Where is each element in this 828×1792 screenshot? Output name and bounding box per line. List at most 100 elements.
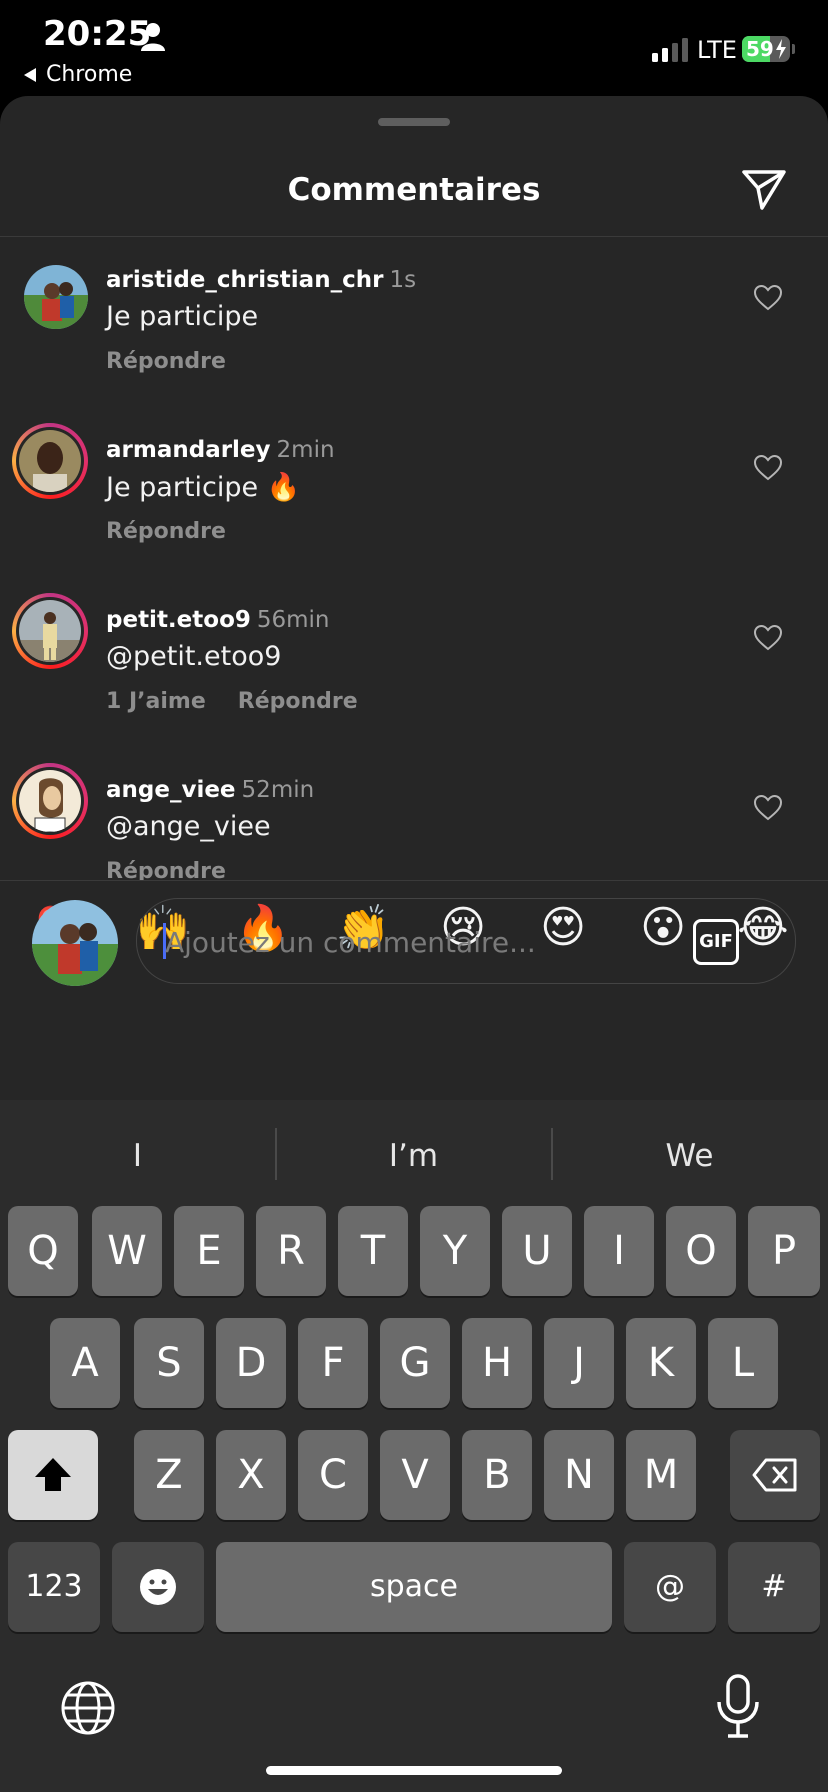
person-icon — [141, 23, 165, 51]
status-bar: 20:25 Chrome LTE 59 — [0, 0, 828, 96]
key-f[interactable]: F — [298, 1318, 368, 1408]
avatar[interactable] — [24, 265, 88, 329]
sheet-title: Commentaires — [287, 172, 541, 208]
comment-actions: Répondre — [106, 519, 258, 544]
avatar — [19, 600, 81, 662]
username-text: aristide_christian_chr — [106, 267, 384, 293]
key-c[interactable]: C — [298, 1430, 368, 1520]
hash-key[interactable]: # — [728, 1542, 820, 1632]
key-x[interactable]: X — [216, 1430, 286, 1520]
battery-cap — [792, 44, 795, 54]
key-z[interactable]: Z — [134, 1430, 204, 1520]
avatar-ring-gap — [16, 597, 84, 665]
key-u[interactable]: U — [502, 1206, 572, 1296]
comment-item: ange_viee 52min @ange_viee Répondre — [0, 747, 828, 880]
likes-count[interactable]: 1 J’aime — [106, 689, 206, 714]
space-key[interactable]: space — [216, 1542, 612, 1632]
comment-actions: Répondre — [106, 859, 258, 880]
avatar-ring-gap — [16, 427, 84, 495]
key-k[interactable]: K — [626, 1318, 696, 1408]
reply-button[interactable]: Répondre — [106, 349, 226, 374]
avatar-with-story-ring[interactable] — [12, 763, 88, 839]
network-type: LTE — [697, 36, 737, 64]
key-a[interactable]: A — [50, 1318, 120, 1408]
heart-icon[interactable] — [754, 625, 782, 651]
send-icon[interactable] — [740, 168, 788, 212]
numbers-key[interactable]: 123 — [8, 1542, 100, 1632]
comment-text: Je participe — [106, 301, 259, 332]
comment-actions: 1 J’aime Répondre — [106, 689, 390, 714]
comment-username[interactable]: petit.etoo9 56min — [106, 607, 330, 633]
key-i[interactable]: I — [584, 1206, 654, 1296]
comment-text: Je participe 🔥 — [106, 472, 301, 503]
key-g[interactable]: G — [380, 1318, 450, 1408]
comment-username[interactable]: armandarley 2min — [106, 437, 335, 463]
reply-button[interactable]: Répondre — [238, 689, 358, 714]
backspace-icon — [752, 1458, 797, 1492]
comment-item: aristide_christian_chr 1s Je participe Ré… — [0, 237, 828, 407]
reply-button[interactable]: Répondre — [106, 859, 226, 880]
key-b[interactable]: B — [462, 1430, 532, 1520]
avatar-with-story-ring[interactable] — [12, 593, 88, 669]
key-p[interactable]: P — [748, 1206, 820, 1296]
key-q[interactable]: Q — [8, 1206, 78, 1296]
key-m[interactable]: M — [626, 1430, 696, 1520]
username-text: ange_viee — [106, 777, 236, 803]
back-arrow-icon — [24, 68, 36, 82]
shift-icon — [35, 1458, 71, 1491]
comment-username[interactable]: aristide_christian_chr 1s — [106, 267, 416, 293]
backspace-key[interactable] — [730, 1430, 820, 1520]
keyboard: I I’m We Q W E R T Y U I O P A S D F G H… — [0, 1100, 828, 1792]
at-key[interactable]: @ — [624, 1542, 716, 1632]
key-j[interactable]: J — [544, 1318, 614, 1408]
key-w[interactable]: W — [92, 1206, 162, 1296]
microphone-icon[interactable] — [716, 1674, 760, 1740]
suggestion-2[interactable]: I’m — [276, 1124, 551, 1188]
comment-text: @petit.etoo9 — [106, 641, 282, 672]
signal-icon — [652, 38, 688, 62]
key-h[interactable]: H — [462, 1318, 532, 1408]
key-s[interactable]: S — [134, 1318, 204, 1408]
suggestion-3[interactable]: We — [552, 1124, 827, 1188]
back-app-label: Chrome — [46, 62, 133, 87]
emoji-icon — [140, 1569, 176, 1605]
avatar-with-story-ring[interactable] — [12, 423, 88, 499]
avatar — [19, 770, 81, 832]
heart-icon[interactable] — [754, 795, 782, 821]
shift-key[interactable] — [8, 1430, 98, 1520]
key-e[interactable]: E — [174, 1206, 244, 1296]
key-y[interactable]: Y — [420, 1206, 490, 1296]
suggestion-1[interactable]: I — [0, 1124, 275, 1188]
key-l[interactable]: L — [708, 1318, 778, 1408]
emoji-key[interactable] — [112, 1542, 204, 1632]
comment-username[interactable]: ange_viee 52min — [106, 777, 314, 803]
comments-list[interactable]: aristide_christian_chr 1s Je participe Ré… — [0, 237, 828, 880]
key-d[interactable]: D — [216, 1318, 286, 1408]
back-to-app[interactable]: Chrome — [24, 62, 132, 87]
key-t[interactable]: T — [338, 1206, 408, 1296]
emoji-divider — [0, 880, 828, 881]
key-o[interactable]: O — [666, 1206, 736, 1296]
heart-icon[interactable] — [754, 285, 782, 311]
globe-icon[interactable] — [60, 1680, 116, 1736]
home-indicator[interactable] — [266, 1766, 562, 1775]
battery-indicator: 59 — [742, 36, 790, 62]
heart-icon[interactable] — [754, 455, 782, 481]
comment-item: armandarley 2min Je participe 🔥 Répondre — [0, 407, 828, 577]
comment-time: 52min — [241, 777, 315, 803]
comment-input[interactable] — [163, 913, 687, 971]
comment-time: 56min — [256, 607, 330, 633]
avatar-ring-gap — [16, 767, 84, 835]
key-v[interactable]: V — [380, 1430, 450, 1520]
gif-button[interactable]: GIF — [693, 919, 739, 965]
key-n[interactable]: N — [544, 1430, 614, 1520]
comment-time: 1s — [389, 267, 417, 293]
key-r[interactable]: R — [256, 1206, 326, 1296]
reply-button[interactable]: Répondre — [106, 519, 226, 544]
current-user-avatar — [32, 900, 118, 986]
sheet-grabber[interactable] — [378, 118, 450, 126]
charging-bolt-icon — [776, 39, 786, 59]
comment-time: 2min — [276, 437, 335, 463]
status-time: 20:25 — [43, 14, 152, 54]
comment-text: @ange_viee — [106, 811, 271, 842]
